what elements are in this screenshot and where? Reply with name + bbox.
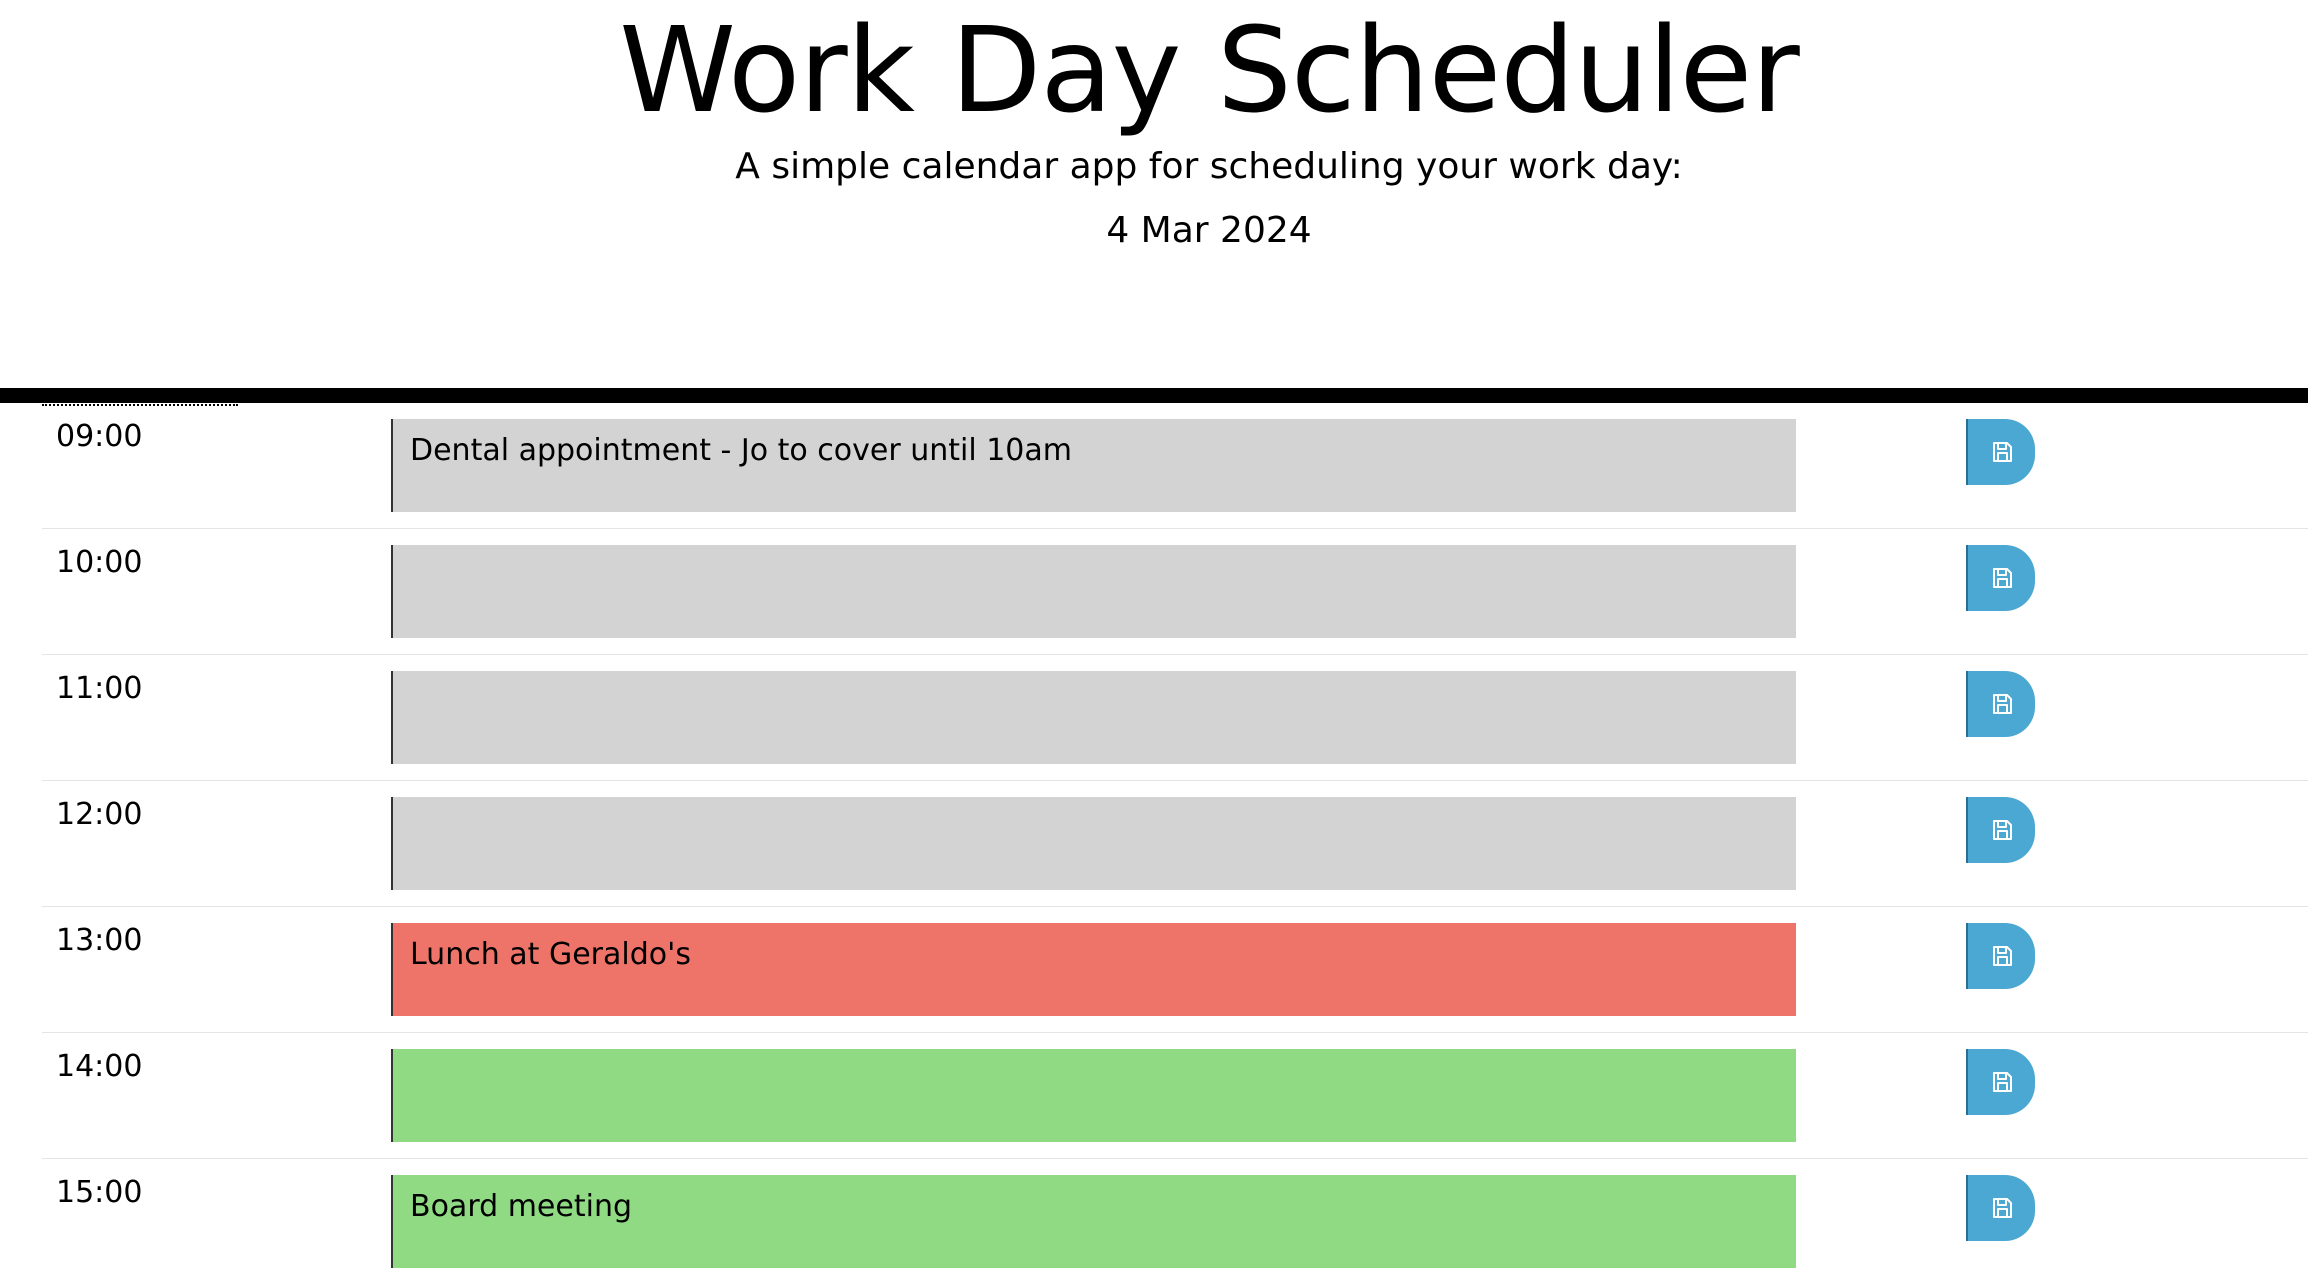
floppy-disk-icon (1990, 1070, 2014, 1094)
time-block-row: 15:00 Board meeting (42, 1159, 2308, 1285)
time-block-row: 13:00 Lunch at Geraldo's (42, 907, 2308, 1033)
time-block-row: 10:00 (42, 529, 2308, 655)
header: Work Day Scheduler A simple calendar app… (0, 0, 2308, 388)
event-description-input[interactable]: Lunch at Geraldo's (391, 923, 1796, 1016)
floppy-disk-icon (1990, 692, 2014, 716)
save-button[interactable] (1966, 671, 2035, 737)
save-button[interactable] (1966, 1049, 2035, 1115)
hour-label: 09:00 (56, 419, 143, 454)
current-date: 4 Mar 2024 (1106, 210, 1312, 251)
event-description-input[interactable]: Dental appointment - Jo to cover until 1… (391, 419, 1796, 512)
event-description-input[interactable] (391, 545, 1796, 638)
save-button[interactable] (1966, 545, 2035, 611)
hour-label: 15:00 (56, 1175, 143, 1210)
floppy-disk-icon (1990, 440, 2014, 464)
event-description-input[interactable] (391, 1049, 1796, 1142)
hour-label: 12:00 (56, 797, 143, 832)
event-description-input[interactable] (391, 671, 1796, 764)
hour-label: 13:00 (56, 923, 143, 958)
event-description-input[interactable]: Board meeting (391, 1175, 1796, 1268)
page-subtitle: A simple calendar app for scheduling you… (735, 146, 1683, 187)
floppy-disk-icon (1990, 566, 2014, 590)
page-title: Work Day Scheduler (619, 1, 1800, 139)
hour-label: 11:00 (56, 671, 143, 706)
time-block-list: 09:00 Dental appointment - Jo to cover u… (42, 403, 2308, 1285)
save-button[interactable] (1966, 419, 2035, 485)
floppy-disk-icon (1990, 818, 2014, 842)
event-description-input[interactable] (391, 797, 1796, 890)
hour-label: 14:00 (56, 1049, 143, 1084)
time-block-row: 14:00 (42, 1033, 2308, 1159)
hour-label: 10:00 (56, 545, 143, 580)
time-block-row: 12:00 (42, 781, 2308, 907)
save-button[interactable] (1966, 797, 2035, 863)
header-divider (0, 388, 2308, 403)
time-block-row: 11:00 (42, 655, 2308, 781)
save-button[interactable] (1966, 1175, 2035, 1241)
save-button[interactable] (1966, 923, 2035, 989)
floppy-disk-icon (1990, 944, 2014, 968)
floppy-disk-icon (1990, 1196, 2014, 1220)
time-block-row: 09:00 Dental appointment - Jo to cover u… (42, 403, 2308, 529)
